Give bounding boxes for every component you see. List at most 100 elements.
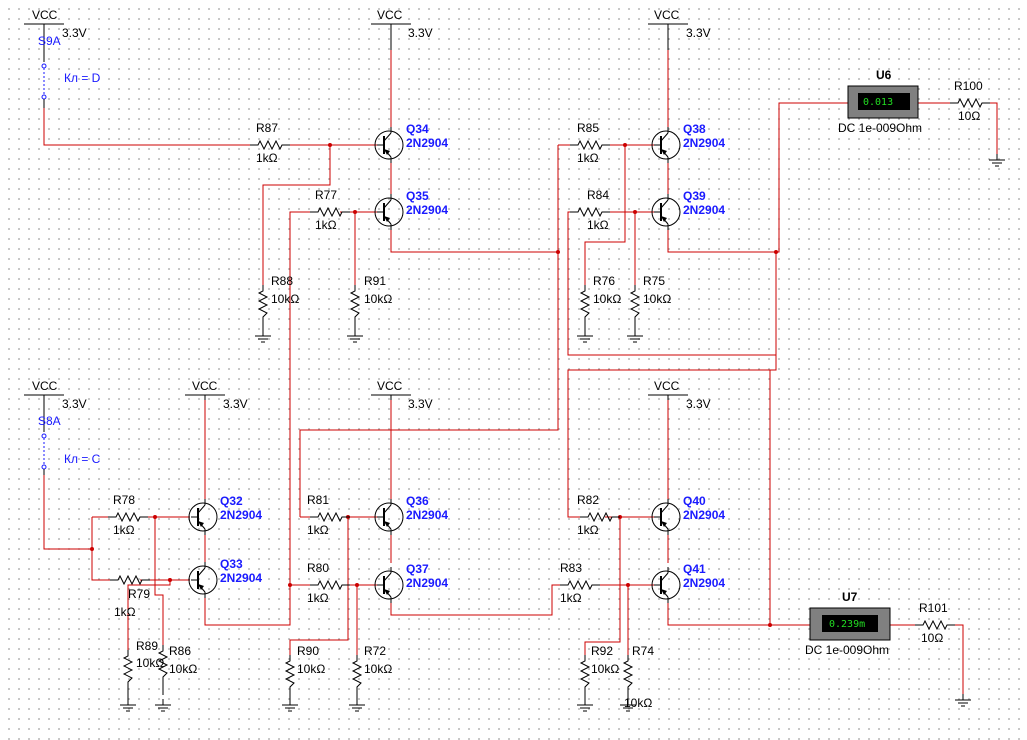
resistor-ref: R72 — [364, 644, 386, 658]
resistor-r80[interactable]: R80 1kΩ — [307, 561, 350, 605]
vcc-value: 3.3V — [686, 26, 711, 40]
resistor-r82[interactable]: R82 1kΩ — [577, 493, 620, 537]
vcc-symbol: VCC 3.3V — [371, 379, 433, 411]
resistor-value: 1kΩ — [577, 523, 599, 537]
resistor-r90[interactable]: R90 10kΩ — [284, 644, 325, 705]
resistor-r83[interactable]: R83 1kΩ — [560, 561, 600, 605]
ground-symbol — [282, 699, 298, 712]
transistor-ref: Q33 — [220, 557, 243, 571]
resistor-ref: R81 — [307, 493, 329, 507]
vcc-label: VCC — [32, 8, 58, 22]
resistor-ref: R85 — [577, 121, 599, 135]
ground-symbol — [577, 330, 593, 343]
resistor-value: 10kΩ — [591, 662, 619, 676]
resistor-ref: R80 — [307, 561, 329, 575]
meter-reading: 0.013 — [863, 97, 893, 108]
transistor-q32[interactable]: Q322N2904 — [188, 494, 262, 535]
resistor-r75[interactable]: R75 10kΩ — [629, 274, 671, 335]
resistor-value: 1kΩ — [587, 218, 609, 232]
transistor-q37[interactable]: Q372N2904 — [374, 562, 448, 603]
ground-symbol — [577, 699, 593, 712]
ground-symbol — [347, 330, 363, 343]
transistor-ref: Q38 — [683, 122, 706, 136]
transistor-ref: Q36 — [406, 494, 429, 508]
switch-ref: S9A — [38, 34, 61, 48]
ground-symbol — [955, 694, 971, 707]
meter-mode: DC 1e-009Ohm — [838, 121, 922, 135]
resistor-r74[interactable]: R7410kΩ — [622, 644, 654, 710]
transistor-model: 2N2904 — [406, 136, 448, 150]
resistor-value: 1kΩ — [315, 218, 337, 232]
meter-ref: U6 — [876, 68, 892, 82]
ground-symbol — [627, 330, 643, 343]
vcc-label: VCC — [654, 379, 680, 393]
resistor-r101[interactable]: R101 10Ω — [915, 601, 955, 645]
resistor-ref: R75 — [643, 274, 665, 288]
resistor-value: 1kΩ — [307, 591, 329, 605]
resistor-r81[interactable]: R81 1kΩ — [307, 493, 350, 537]
resistor-r88[interactable]: R88 10kΩ — [257, 274, 299, 335]
resistor-value: 10kΩ — [593, 292, 621, 306]
vcc-symbol: VCC 3.3V — [648, 379, 711, 411]
transistor-q40[interactable]: Q402N2904 — [651, 494, 725, 535]
resistor-ref: R89 — [136, 639, 158, 653]
vcc-value: 3.3V — [62, 26, 87, 40]
transistor-q36[interactable]: Q362N2904 — [374, 494, 448, 535]
resistor-r77[interactable]: R77 1kΩ — [310, 188, 350, 232]
transistor-q33[interactable]: Q332N2904 — [188, 557, 262, 598]
resistor-r91[interactable]: R91 10kΩ — [349, 274, 392, 335]
resistor-r78[interactable]: R78 1kΩ — [108, 493, 148, 537]
transistor-q41[interactable]: Q412N2904 — [651, 562, 725, 603]
switch-ref: S8A — [38, 414, 61, 428]
resistor-ref: R83 — [560, 561, 582, 575]
vcc-symbol: VCC 3.3V — [371, 8, 433, 50]
transistor-model: 2N2904 — [683, 136, 725, 150]
resistor-r86[interactable]: R86 10kΩ — [157, 644, 197, 695]
resistor-value: 1kΩ — [114, 605, 136, 619]
resistor-value: 10kΩ — [271, 292, 299, 306]
transistor-model: 2N2904 — [406, 203, 448, 217]
resistor-value: 10kΩ — [169, 662, 197, 676]
resistor-r85[interactable]: R85 1kΩ — [570, 121, 610, 165]
transistor-q39[interactable]: Q392N2904 — [651, 189, 725, 230]
resistor-ref: R86 — [169, 644, 191, 658]
meter-u7[interactable]: 0.239m U7 DC 1e-009Ohm — [805, 590, 891, 657]
ground-symbol — [155, 699, 171, 712]
transistor-q35[interactable]: Q352N2904 — [374, 189, 448, 230]
meter-u6[interactable]: 0.013 U6 DC 1e-009Ohm — [838, 68, 922, 135]
vcc-value: 3.3V — [62, 397, 87, 411]
transistor-ref: Q35 — [406, 189, 429, 203]
transistor-q34[interactable]: Q342N2904 — [374, 122, 448, 163]
resistor-ref: R87 — [256, 121, 278, 135]
resistor-value: 1kΩ — [577, 151, 599, 165]
transistor-ref: Q39 — [683, 189, 706, 203]
resistor-r79[interactable]: R791kΩ — [110, 574, 150, 619]
resistor-ref: R82 — [577, 493, 599, 507]
transistor-model: 2N2904 — [406, 508, 448, 522]
vcc-value: 3.3V — [408, 26, 433, 40]
resistor-value: 10Ω — [958, 109, 980, 123]
resistor-value: 10kΩ — [364, 662, 392, 676]
resistor-ref: R77 — [315, 188, 337, 202]
vcc-value: 3.3V — [408, 397, 433, 411]
resistor-r84[interactable]: R84 1kΩ — [570, 188, 610, 232]
resistor-ref: R92 — [591, 644, 613, 658]
transistor-q38[interactable]: Q382N2904 — [651, 122, 725, 163]
resistor-r87[interactable]: R87 1kΩ — [250, 121, 290, 165]
resistor-r92[interactable]: R92 10kΩ — [579, 644, 619, 705]
resistor-r89[interactable]: R8910kΩ — [122, 639, 164, 700]
switch-key: Кл = D — [64, 71, 101, 85]
vcc-label: VCC — [192, 379, 218, 393]
resistor-ref: R76 — [593, 274, 615, 288]
transistor-ref: Q40 — [683, 494, 706, 508]
ground-symbol — [989, 154, 1005, 167]
vcc-symbol: VCC 3.3V — [24, 379, 87, 411]
resistor-ref: R101 — [919, 601, 948, 615]
resistor-r72[interactable]: R72 10kΩ — [351, 644, 392, 705]
meter-reading: 0.239m — [829, 619, 865, 630]
resistor-r76[interactable]: R76 10kΩ — [579, 274, 621, 335]
vcc-value: 3.3V — [686, 397, 711, 411]
schematic-canvas: VCC 3.3V VCC 3.3V VCC 3.3V VCC 3.3V VCC … — [24, 8, 1005, 712]
resistor-r100[interactable]: R100 10Ω — [950, 79, 990, 123]
transistor-ref: Q37 — [406, 562, 429, 576]
